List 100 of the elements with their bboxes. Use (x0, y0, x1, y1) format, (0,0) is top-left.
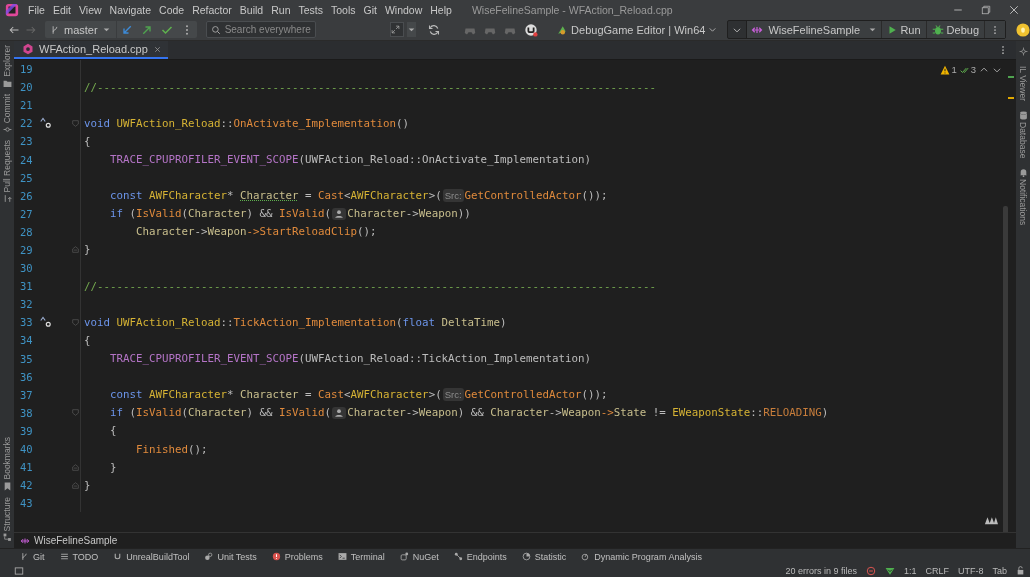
file-encoding[interactable]: UTF-8 (958, 565, 984, 576)
line-number: 39 (19, 424, 34, 437)
terminal-icon (337, 552, 347, 561)
line-number: 42 (19, 479, 34, 492)
tool-window-button[interactable]: Dynamic Program Analysis (581, 551, 702, 562)
line-number: 30 (19, 262, 34, 275)
expand-icon[interactable] (390, 25, 400, 34)
update-arrow-icon[interactable] (120, 23, 133, 36)
tool-window-button[interactable]: TODO (59, 551, 99, 562)
warning-icon (940, 64, 951, 75)
tool-window-tab[interactable]: Structure (2, 496, 12, 531)
warning-count[interactable]: 1 (940, 64, 957, 75)
restore-icon[interactable] (980, 3, 992, 16)
error-icon (271, 552, 281, 561)
line-number: 35 (19, 352, 34, 365)
configuration-selector[interactable]: DebugGame Editor | Win64 (556, 23, 718, 36)
code-text: GetControlledActor()); (464, 388, 608, 402)
menu-item[interactable]: Code (159, 3, 185, 16)
menu-item[interactable]: Tests (298, 3, 323, 16)
line-number: 34 (19, 334, 34, 347)
panel-icon[interactable] (14, 565, 24, 576)
branch-icon (50, 24, 60, 35)
package-icon (399, 552, 409, 561)
tool-window-button[interactable]: Terminal (337, 551, 385, 562)
structure-icon[interactable] (2, 533, 12, 542)
line-number: 38 (19, 406, 34, 419)
menu-item[interactable]: Navigate (109, 3, 152, 16)
tool-window-button[interactable]: NuGet (399, 551, 439, 562)
line-number: 21 (19, 99, 34, 112)
weak-warning-count[interactable]: 3 (959, 64, 976, 75)
line-number: 31 (19, 280, 34, 293)
line-number: 24 (19, 153, 34, 166)
bookmark-icon[interactable] (2, 481, 12, 491)
bell-icon[interactable] (1018, 168, 1028, 178)
indent-setting[interactable]: Tab (992, 565, 1007, 576)
line-number: 40 (19, 443, 34, 455)
bulb-icon[interactable] (1016, 22, 1030, 37)
code-text: const AWFCharacter* Character = Cast<AWFCharacter>( (109, 388, 442, 402)
code-text: if (IsValid(Character) && IsValid( (109, 406, 332, 420)
engine-icon[interactable] (524, 22, 538, 37)
inlay-hint: Src: (442, 388, 464, 402)
line-number: 37 (19, 388, 34, 401)
code-text: Finished(); (135, 442, 208, 456)
line-number: 29 (19, 244, 34, 256)
tool-window-button[interactable]: Unit Tests (204, 551, 257, 562)
menu-item[interactable]: Help (430, 3, 452, 16)
menu-item[interactable]: Refactor (192, 3, 232, 16)
menu-item[interactable]: Git (363, 3, 377, 16)
menu-item[interactable]: Edit (52, 3, 71, 16)
pull-request-icon[interactable] (2, 194, 12, 204)
menu-item[interactable]: View (79, 3, 102, 16)
tool-window-tab[interactable]: Commit (2, 93, 12, 123)
commit-icon[interactable] (2, 124, 12, 134)
gutter-marker-icon[interactable] (40, 316, 52, 329)
tool-window-tab[interactable]: Database (1018, 121, 1028, 159)
tool-window-tab[interactable]: Bookmarks (2, 437, 12, 480)
breadcrumb[interactable]: WiseFelineSample (34, 535, 118, 546)
menu-item[interactable]: Window (384, 3, 423, 16)
gutter-marker-icon[interactable] (40, 117, 52, 130)
caret-icon (101, 25, 111, 34)
tool-window-button[interactable]: Statistic (521, 551, 567, 562)
menu-item[interactable]: Build (239, 3, 264, 16)
crosshair-icon[interactable] (1018, 47, 1028, 56)
menu-item[interactable]: Tools (331, 3, 356, 16)
tool-window-button[interactable]: UnrealBuildTool (113, 551, 190, 562)
tool-window-button[interactable]: Git (20, 551, 45, 562)
code-text: void UWFAction_Reload::TickAction_Implementation(float DeltaTime) (84, 315, 507, 329)
refresh-icon[interactable] (427, 23, 440, 36)
tool-window-tab[interactable]: Explorer (2, 45, 12, 77)
menu-item[interactable]: File (28, 3, 45, 16)
error-icon[interactable] (865, 565, 876, 576)
tool-window-tab[interactable]: Notifications (1018, 179, 1028, 226)
line-ending[interactable]: CRLF (925, 565, 949, 576)
lock-icon[interactable] (1016, 566, 1025, 575)
code-text: TRACE_CPUPROFILER_EVENT_SCOPE(UWFAction_Reload::OnActivate_Implementation) (109, 153, 592, 166)
inspection-icon[interactable] (884, 565, 895, 576)
app-logo-icon[interactable] (5, 2, 19, 17)
dropdown-button[interactable] (406, 22, 416, 37)
editor-tab[interactable]: WFAction_Reload.cpp (14, 41, 168, 59)
code-text: TRACE_CPUPROFILER_EVENT_SCOPE(UWFAction_Reload::TickAction_Implementation) (109, 352, 592, 366)
line-number: 27 (19, 207, 34, 220)
code-text: void UWFAction_Reload::OnActivate_Implementation() (84, 116, 410, 130)
line-number: 25 (19, 171, 34, 184)
code-text: //-------------------------------------------------------------------------------------- (84, 279, 657, 293)
circles-icon (204, 552, 214, 561)
tool-window-button[interactable]: Problems (271, 551, 323, 562)
text-field[interactable] (389, 22, 404, 37)
menu-item[interactable]: Run (271, 3, 291, 16)
tool-window-tab[interactable]: Pull Requests (2, 139, 12, 193)
problems-status[interactable]: 20 errors in 9 files (785, 565, 857, 576)
close-icon[interactable] (152, 44, 162, 54)
search-icon (210, 24, 221, 35)
search-field[interactable]: Search everywhere (205, 21, 316, 38)
database-icon[interactable] (1018, 110, 1028, 120)
tool-window-tab[interactable]: IL Viewer (1018, 66, 1028, 101)
caret-position[interactable]: 1:1 (903, 565, 917, 576)
tool-window-button[interactable]: Endpoints (453, 551, 507, 562)
folder-icon[interactable] (2, 78, 12, 88)
close-icon[interactable] (1008, 3, 1020, 16)
push-arrow-icon[interactable] (140, 23, 153, 36)
